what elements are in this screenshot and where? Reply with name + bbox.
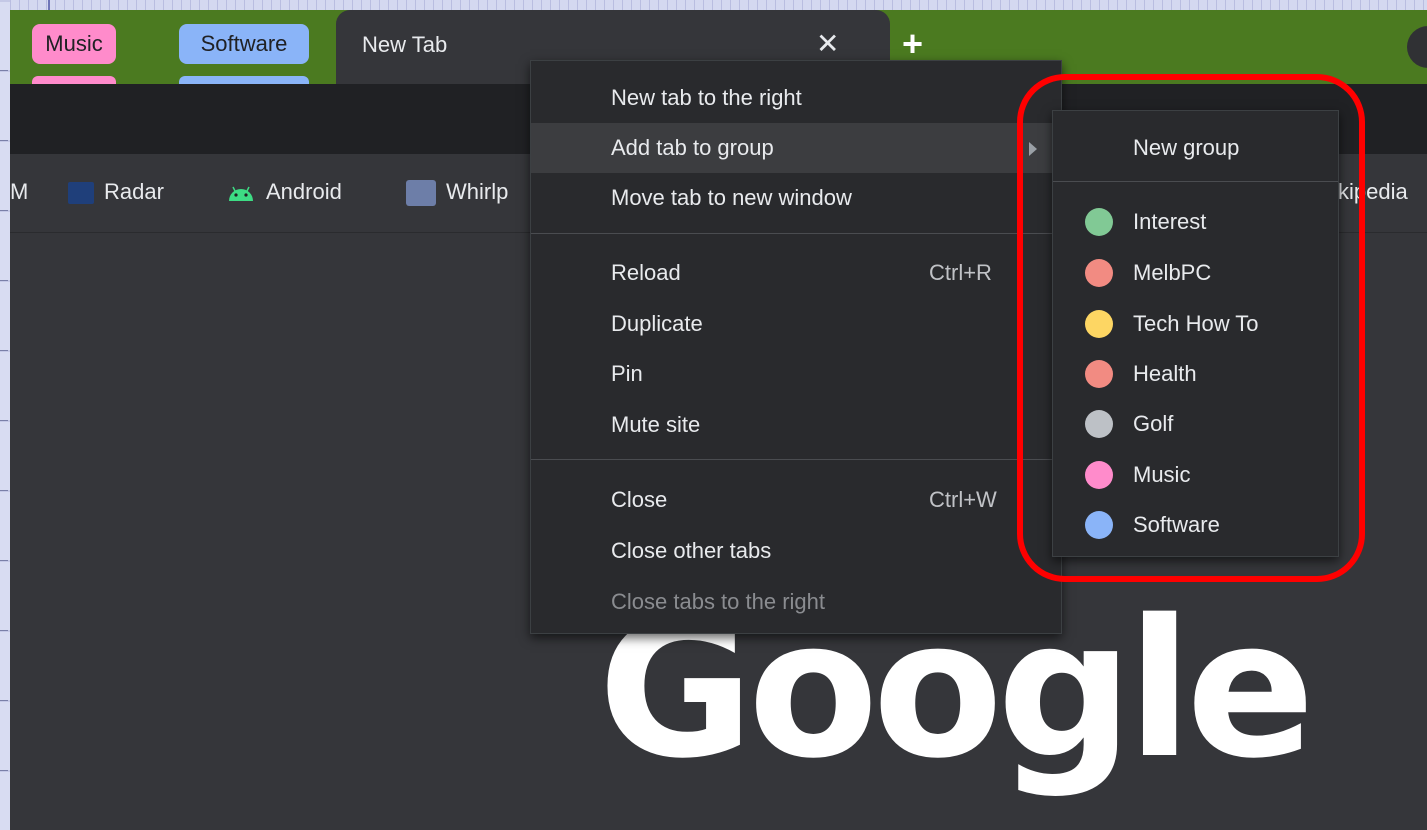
tab-group-music[interactable]: Music <box>32 24 116 64</box>
menu-item-reload[interactable]: Reload Ctrl+R <box>531 248 1061 298</box>
menu-shortcut: Ctrl+R <box>929 260 992 285</box>
strip-mark <box>0 700 8 701</box>
bookmark-android[interactable]: Android <box>226 178 342 206</box>
tab-title: New Tab <box>362 32 448 57</box>
bookmark-label: Android <box>266 179 342 204</box>
menu-item-new-tab-right[interactable]: New tab to the right <box>531 73 1061 123</box>
menu-item-label: Reload <box>611 260 681 285</box>
menu-item-close-other-tabs[interactable]: Close other tabs <box>531 526 1061 576</box>
bookmark-whirlpool[interactable]: Whirlp <box>406 178 509 207</box>
menu-shortcut: Ctrl+W <box>929 487 997 512</box>
radar-icon <box>68 182 94 205</box>
menu-item-duplicate[interactable]: Duplicate <box>531 299 1061 349</box>
bookmark-m[interactable]: M <box>10 178 28 206</box>
menu-divider <box>531 459 1061 460</box>
android-icon <box>229 186 253 202</box>
menu-item-label: New tab to the right <box>611 85 802 110</box>
menu-item-label: Close <box>611 487 668 512</box>
strip-mark <box>0 210 8 211</box>
menu-item-label: Pin <box>611 361 643 386</box>
plus-icon[interactable]: + <box>902 24 923 64</box>
menu-item-pin[interactable]: Pin <box>531 349 1061 399</box>
strip-mark <box>0 560 8 561</box>
tab-group-software[interactable]: Software <box>179 24 309 64</box>
strip-mark <box>0 70 8 71</box>
menu-item-label: Duplicate <box>611 311 703 336</box>
strip-mark <box>0 280 8 281</box>
strip-mark <box>0 770 8 771</box>
strip-mark <box>0 490 8 491</box>
menu-item-mute-site[interactable]: Mute site <box>531 400 1061 450</box>
strip-mark <box>0 420 8 421</box>
menu-item-add-tab-to-group[interactable]: Add tab to group <box>531 123 1061 173</box>
menu-item-label: Close other tabs <box>611 538 772 563</box>
strip-mark <box>0 350 8 351</box>
menu-item-label: Move tab to new window <box>611 185 852 210</box>
ruler-tick <box>48 0 50 10</box>
slide-top-ruler <box>10 0 1427 10</box>
menu-item-label: Close tabs to the right <box>611 589 826 614</box>
bookmark-label: M <box>10 179 29 204</box>
tab-context-menu: New tab to the right Add tab to group Mo… <box>530 60 1062 634</box>
menu-item-label: Mute site <box>611 412 701 437</box>
bookmark-radar[interactable]: Radar <box>68 178 164 206</box>
red-highlight-annotation <box>1017 74 1365 582</box>
menu-item-move-to-new-window[interactable]: Move tab to new window <box>531 173 1061 223</box>
strip-mark <box>0 140 8 141</box>
menu-item-close[interactable]: Close Ctrl+W <box>531 475 1061 525</box>
close-icon[interactable]: ✕ <box>816 30 839 58</box>
menu-item-label: Add tab to group <box>611 135 774 160</box>
profile-avatar[interactable] <box>1407 26 1427 68</box>
slide-left-strip <box>0 0 10 830</box>
bookmark-label: Whirlp <box>446 179 509 204</box>
menu-divider <box>531 233 1061 234</box>
strip-mark <box>0 630 8 631</box>
whirlpool-icon <box>406 180 436 207</box>
bookmark-label: Radar <box>104 179 164 204</box>
menu-item-close-tabs-right: Close tabs to the right <box>531 577 1061 627</box>
